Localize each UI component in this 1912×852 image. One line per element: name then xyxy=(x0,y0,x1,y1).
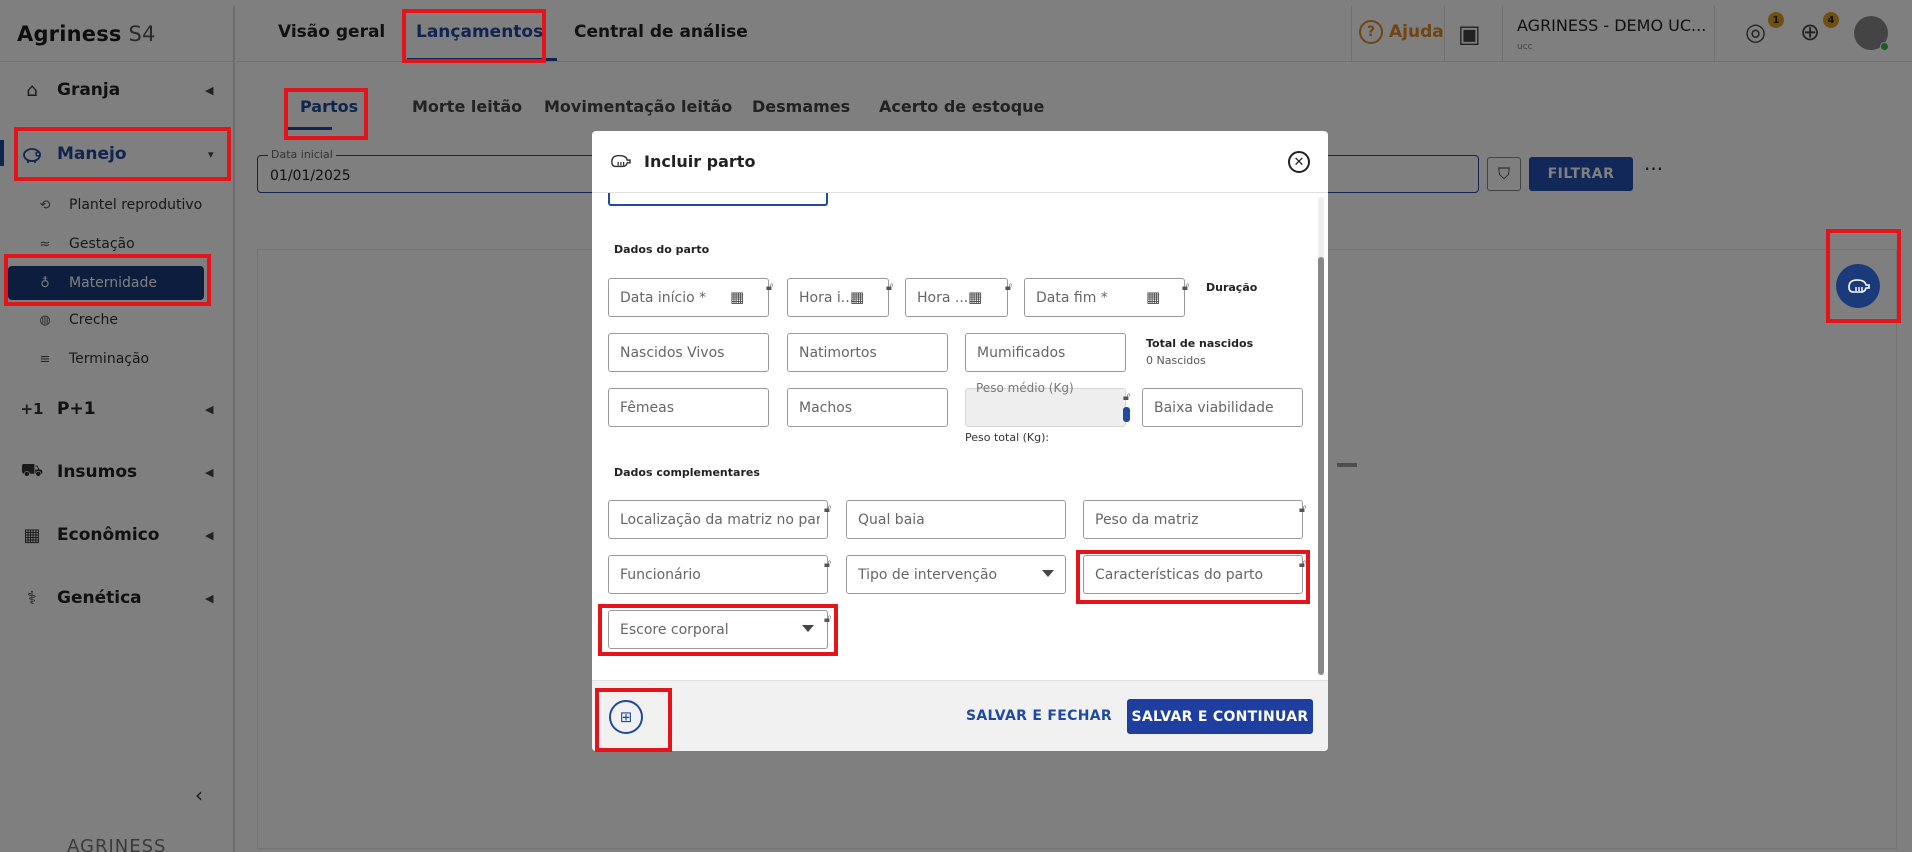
escore-corporal-select[interactable]: Escore corporal xyxy=(608,610,828,649)
mumificados-field[interactable]: Mumificados xyxy=(965,333,1126,372)
close-icon[interactable]: ✕ xyxy=(1288,151,1310,173)
tipo-intervencao-select[interactable]: Tipo de intervenção xyxy=(846,555,1066,594)
chevron-down-icon xyxy=(802,625,814,632)
clipboard-add-icon[interactable]: ⊞ xyxy=(609,700,643,734)
data-fim-field[interactable]: Data fim * ▦ xyxy=(1024,278,1185,317)
modal-body[interactable]: Dados do parto Data início * ▦ 🔓︎ Hora i… xyxy=(592,193,1328,680)
machos-field[interactable]: Machos xyxy=(787,388,948,427)
baixa-viabilidade-placeholder: Baixa viabilidade xyxy=(1154,400,1274,416)
machos-placeholder: Machos xyxy=(799,400,853,416)
caracteristicas-parto-field[interactable]: Características do parto xyxy=(1083,555,1303,594)
save-and-continue-button[interactable]: SALVAR E CONTINUAR xyxy=(1127,699,1313,734)
localizacao-matriz-placeholder: Localização da matriz no par... xyxy=(620,512,820,528)
clock-icon[interactable]: ▦ xyxy=(968,288,982,306)
scrollbar-thumb[interactable] xyxy=(1318,257,1324,675)
section-dados-parto: Dados do parto xyxy=(614,243,710,256)
pig-icon xyxy=(608,151,632,176)
lock-icon[interactable]: 🔓︎ xyxy=(1005,280,1012,294)
peso-medio-label: Peso médio (Kg) xyxy=(976,381,1074,395)
peso-medio-field: Peso médio (Kg) xyxy=(965,381,1126,427)
chevron-down-icon xyxy=(1042,570,1054,577)
data-inicio-placeholder: Data início * xyxy=(620,290,707,306)
lock-icon[interactable]: 🔓︎ xyxy=(1182,280,1189,294)
escore-corporal-placeholder: Escore corporal xyxy=(620,622,729,638)
total-nascidos-label: Total de nascidos xyxy=(1146,337,1254,350)
modal-footer: ⊞ SALVAR E FECHAR SALVAR E CONTINUAR xyxy=(592,680,1328,751)
modal-title: Incluir parto xyxy=(644,152,756,171)
hora-fim-field[interactable]: Hora ... ▦ xyxy=(905,278,1008,317)
hora-inicio-field[interactable]: Hora i... ▦ xyxy=(787,278,889,317)
peso-matriz-placeholder: Peso da matriz xyxy=(1095,512,1199,528)
lock-icon[interactable]: 🔓︎ xyxy=(824,502,831,516)
nascidos-vivos-placeholder: Nascidos Vivos xyxy=(620,345,725,361)
lock-icon[interactable]: 🔓︎ xyxy=(766,280,773,294)
calendar-icon[interactable]: ▦ xyxy=(730,288,744,306)
funcionario-placeholder: Funcionário xyxy=(620,567,701,583)
natimortos-placeholder: Natimortos xyxy=(799,345,877,361)
data-fim-placeholder: Data fim * xyxy=(1036,290,1108,306)
clock-icon[interactable]: ▦ xyxy=(850,288,864,306)
include-birth-modal: Incluir parto ✕ Dados do parto Data iníc… xyxy=(592,131,1328,751)
save-and-close-button[interactable]: SALVAR E FECHAR xyxy=(966,708,1112,724)
hora-inicio-placeholder: Hora i... xyxy=(799,290,855,306)
femeas-placeholder: Fêmeas xyxy=(620,400,675,416)
lock-icon[interactable]: 🔓︎ xyxy=(824,557,831,571)
lock-icon[interactable]: 🔓︎ xyxy=(824,612,831,626)
localizacao-matriz-field[interactable]: Localização da matriz no par... xyxy=(608,500,828,539)
scrolled-field-partial[interactable] xyxy=(608,193,828,206)
qual-baia-placeholder: Qual baia xyxy=(858,512,925,528)
mumificados-placeholder: Mumificados xyxy=(977,345,1066,361)
calendar-icon[interactable]: ▦ xyxy=(1146,288,1160,306)
hora-fim-placeholder: Hora ... xyxy=(917,290,969,306)
section-dados-complementares: Dados complementares xyxy=(614,466,760,479)
add-birth-fab[interactable] xyxy=(1836,264,1880,308)
caracteristicas-parto-placeholder: Características do parto xyxy=(1095,567,1264,583)
peso-total-label: Peso total (Kg): xyxy=(965,431,1050,444)
modal-header: Incluir parto ✕ xyxy=(592,131,1328,193)
toggle-icon[interactable] xyxy=(1123,407,1130,422)
natimortos-field[interactable]: Natimortos xyxy=(787,333,948,372)
peso-matriz-field[interactable]: Peso da matriz xyxy=(1083,500,1303,539)
data-inicio-field[interactable]: Data início * ▦ xyxy=(608,278,769,317)
qual-baia-field[interactable]: Qual baia xyxy=(846,500,1066,539)
femeas-field[interactable]: Fêmeas xyxy=(608,388,769,427)
lock-icon[interactable]: 🔓︎ xyxy=(1299,557,1306,571)
tipo-intervencao-placeholder: Tipo de intervenção xyxy=(858,567,998,583)
lock-icon[interactable]: 🔓︎ xyxy=(1299,502,1306,516)
total-nascidos-value: 0 Nascidos xyxy=(1146,354,1206,367)
pig-icon xyxy=(1848,279,1870,293)
lock-icon[interactable]: 🔓︎ xyxy=(1123,390,1130,404)
funcionario-field[interactable]: Funcionário xyxy=(608,555,828,594)
baixa-viabilidade-field[interactable]: Baixa viabilidade xyxy=(1142,388,1303,427)
nascidos-vivos-field[interactable]: Nascidos Vivos xyxy=(608,333,769,372)
lock-icon[interactable]: 🔓︎ xyxy=(886,280,893,294)
pig-icon-svg xyxy=(611,154,631,168)
duracao-label: Duração xyxy=(1206,281,1258,294)
